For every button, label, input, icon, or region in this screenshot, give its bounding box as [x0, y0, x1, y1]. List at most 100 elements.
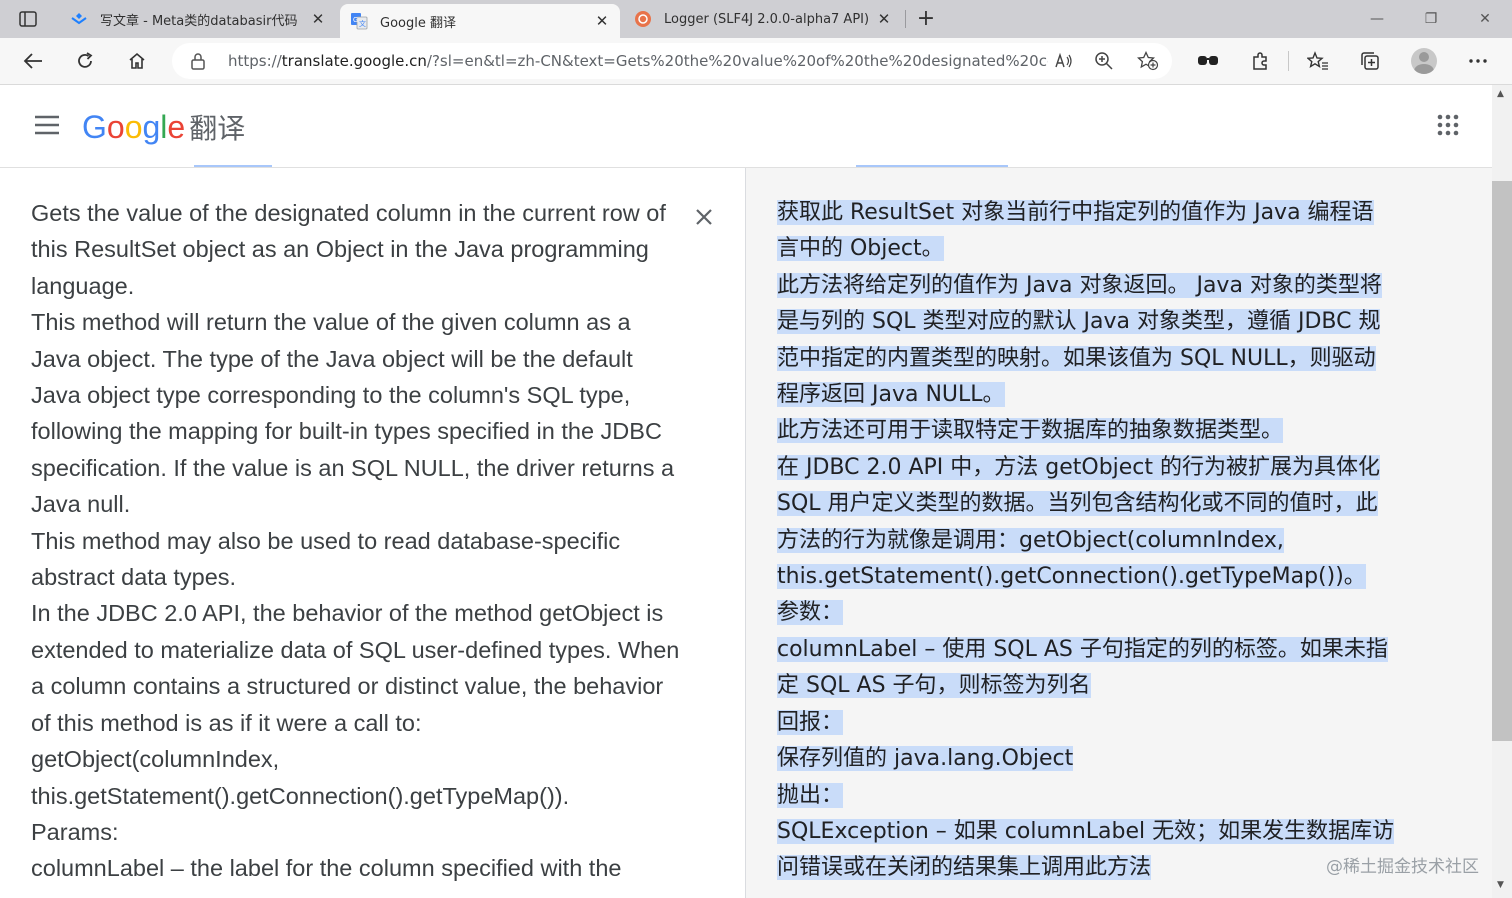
translation-line: 程序返回 Java NULL。 — [777, 377, 1477, 413]
highlighted-text: 言中的 Object。 — [777, 236, 944, 262]
highlighted-text: 定 SQL AS 子句，则标签为列名 — [777, 673, 1091, 699]
close-tab-icon[interactable]: ✕ — [310, 10, 326, 28]
google-apps-icon[interactable] — [1436, 113, 1460, 137]
logo-letter: o — [124, 109, 143, 145]
source-line: Java object type corresponding to the co… — [31, 382, 631, 409]
source-line: specification. If the value is an SQL NU… — [31, 454, 675, 481]
source-line: columnLabel – the label for the column s… — [31, 855, 622, 882]
new-tab-button[interactable]: + — [914, 6, 938, 32]
source-line: This method may also be used to read dat… — [31, 527, 621, 554]
zoom-icon[interactable] — [1092, 49, 1116, 73]
page-scrollbar[interactable]: ▲ ▼ — [1492, 85, 1512, 898]
source-line: In the JDBC 2.0 API, the behavior of the… — [31, 600, 664, 627]
logo-letter: G — [82, 109, 107, 145]
tab-slf4j[interactable]: Logger (SLF4J 2.0.0-alpha7 API) ✕ — [624, 4, 902, 34]
google-translate-favicon-icon: G文 — [351, 13, 368, 30]
address-bar[interactable]: https://translate.google.cn/?sl=en&tl=zh… — [172, 43, 1172, 79]
source-lang-indicator — [194, 165, 272, 167]
scrollbar-thumb[interactable] — [1492, 181, 1512, 741]
source-line: Java object. The type of the Java object… — [31, 345, 633, 372]
tab-actions-icon[interactable] — [8, 7, 48, 31]
source-line: getObject(columnIndex, — [31, 746, 280, 773]
minimize-button[interactable]: — — [1350, 0, 1404, 38]
highlighted-text: 方法的行为就像是调用：getObject(columnIndex, — [777, 527, 1284, 553]
logo-letter: e — [167, 109, 186, 145]
scroll-down-icon[interactable]: ▼ — [1497, 880, 1504, 890]
source-line: this.getStatement().getConnection().getT… — [31, 782, 570, 809]
home-button[interactable] — [123, 47, 151, 75]
source-line: language. — [31, 272, 135, 299]
extensions-button[interactable] — [1246, 47, 1274, 75]
url-text[interactable]: https://translate.google.cn/?sl=en&tl=zh… — [228, 52, 1048, 70]
translation-line: 保存列值的 java.lang.Object — [777, 741, 1477, 777]
juejin-favicon-icon — [71, 13, 87, 25]
translation-line: SQL 用户定义类型的数据。当列包含结构化或不同的值时，此 — [777, 486, 1477, 522]
puzzle-icon — [1253, 52, 1267, 70]
close-tab-icon[interactable]: ✕ — [876, 10, 892, 28]
restore-button[interactable]: ❐ — [1404, 0, 1458, 38]
translation-line: this.getStatement().getConnection().getT… — [777, 559, 1477, 595]
svg-text:G: G — [353, 17, 358, 24]
back-arrow-icon — [23, 53, 42, 69]
read-aloud-icon[interactable] — [1052, 49, 1076, 73]
add-favorite-icon[interactable] — [1136, 49, 1160, 73]
hamburger-menu-icon[interactable] — [32, 113, 62, 137]
translation-panel: 获取此 ResultSet 对象当前行中指定列的值作为 Java 编程语 言中的 … — [746, 168, 1492, 898]
highlighted-text: SQL 用户定义类型的数据。当列包含结构化或不同的值时，此 — [777, 491, 1378, 517]
translation-line: 获取此 ResultSet 对象当前行中指定列的值作为 Java 编程语 — [777, 195, 1477, 231]
scroll-up-icon[interactable]: ▲ — [1497, 89, 1504, 99]
source-text-panel[interactable]: Gets the value of the designated column … — [0, 168, 745, 898]
highlighted-text: 回报： — [777, 709, 844, 735]
refresh-icon — [78, 52, 93, 68]
tab-google-translate[interactable]: G文 Google 翻译 ✕ — [340, 4, 620, 38]
translation-line: 言中的 Object。 — [777, 231, 1477, 267]
highlighted-text: 是与列的 SQL 类型对应的默认 Java 对象类型，遵循 JDBC 规 — [777, 309, 1381, 335]
source-line: extended to materialize data of SQL user… — [31, 636, 680, 663]
highlighted-text: 在 JDBC 2.0 API 中，方法 getObject 的行为被扩展为具体化 — [777, 454, 1381, 480]
favorites-list-icon — [1307, 51, 1328, 70]
source-line: abstract data types. — [31, 564, 237, 591]
collections-button[interactable] — [1356, 47, 1384, 75]
source-text[interactable]: Gets the value of the designated column … — [31, 195, 681, 887]
highlighted-text: 程序返回 Java NULL。 — [777, 382, 1005, 408]
sunglasses-icon — [1198, 56, 1218, 65]
translation-line: 参数： — [777, 595, 1477, 631]
toolbar-divider — [1288, 51, 1289, 71]
url-path: /?sl=en&tl=zh-CN&text=Gets%20the%20value… — [426, 52, 1048, 70]
translate-header: Google 翻译 — [0, 85, 1492, 168]
highlighted-text: 抛出： — [777, 782, 844, 808]
translation-line: 在 JDBC 2.0 API 中，方法 getObject 的行为被扩展为具体化 — [777, 450, 1477, 486]
logo-letter: o — [106, 109, 125, 145]
translation-line: 回报： — [777, 705, 1477, 741]
highlighted-text: this.getStatement().getConnection().getT… — [777, 564, 1366, 590]
lock-icon[interactable] — [190, 52, 206, 70]
highlighted-text: 此方法还可用于读取特定于数据库的抽象数据类型。 — [777, 418, 1284, 444]
translated-text[interactable]: 获取此 ResultSet 对象当前行中指定列的值作为 Java 编程语 言中的 … — [777, 195, 1477, 887]
highlighted-text: 获取此 ResultSet 对象当前行中指定列的值作为 Java 编程语 — [777, 200, 1374, 225]
settings-more-button[interactable] — [1464, 47, 1492, 75]
tab-title: 写文章 - Meta类的databasir代码 — [100, 13, 298, 29]
source-line: of this method is as if it were a call t… — [31, 709, 422, 736]
tab-juejin[interactable]: 写文章 - Meta类的databasir代码 ✕ — [60, 4, 336, 34]
clear-source-button[interactable] — [690, 203, 718, 231]
close-window-button[interactable]: ✕ — [1458, 0, 1512, 38]
highlighted-text: 此方法将给定列的值作为 Java 对象返回。 Java 对象的类型将 — [777, 272, 1382, 298]
google-translate-logo[interactable]: Google 翻译 — [82, 107, 245, 147]
close-tab-icon[interactable]: ✕ — [594, 12, 610, 30]
back-button[interactable] — [19, 47, 47, 75]
translation-line: 范中指定的内置类型的映射。如果该值为 SQL NULL，则驱动 — [777, 341, 1477, 377]
profile-avatar[interactable] — [1411, 48, 1437, 74]
url-host: translate.google.cn — [281, 52, 427, 70]
browser-essentials-button[interactable] — [1194, 47, 1222, 75]
favorites-button[interactable] — [1304, 47, 1332, 75]
translation-line: 方法的行为就像是调用：getObject(columnIndex, — [777, 523, 1477, 559]
watermark: @稀土掘金技术社区 — [1326, 857, 1479, 877]
highlighted-text: 问错误或在关闭的结果集上调用此方法 — [777, 855, 1152, 881]
tab-title: Logger (SLF4J 2.0.0-alpha7 API) — [664, 11, 870, 27]
tab-title: Google 翻译 — [380, 15, 456, 31]
refresh-button[interactable] — [71, 47, 99, 75]
source-line: Params: — [31, 818, 119, 845]
source-line: a column contains a structured or distin… — [31, 673, 664, 700]
target-lang-indicator — [856, 165, 1008, 167]
source-line: Java null. — [31, 491, 131, 518]
